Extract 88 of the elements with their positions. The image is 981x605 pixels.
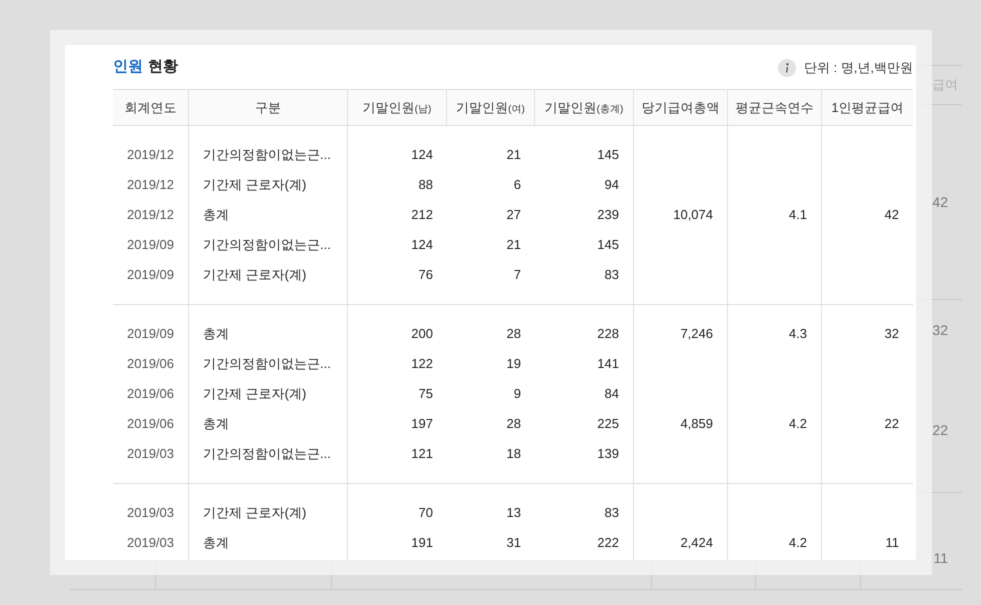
table-cell-text: 228 (597, 325, 619, 344)
table-cell-text: 145 (597, 236, 619, 254)
table-cell-text: 32 (884, 325, 899, 344)
table-cell-text: 22 (932, 420, 948, 440)
table-cell-text: 2,424 (680, 534, 713, 552)
table-cell-text: 83 (604, 266, 619, 284)
table-cell-text: 기간의정함이없는근... (203, 146, 331, 164)
table-cell-text: 4.1 (788, 206, 807, 224)
table-cell-text: 4,859 (680, 415, 713, 434)
column-header: 기말인원(총계) (544, 98, 624, 117)
table-cell-text: 27 (506, 206, 521, 224)
table-cell-text: 기간제 근로자(계) (203, 266, 306, 284)
title-text: 현황 (148, 57, 178, 78)
table-cell-text: 191 (411, 534, 433, 552)
table-cell-text: 222 (597, 534, 619, 552)
table-cell-text: 6 (514, 176, 521, 194)
table-cell-text: 2019/06 (127, 355, 174, 374)
table-cell-text: 13 (506, 504, 521, 522)
table-cell-text: 2019/06 (127, 415, 174, 434)
column-header: 구분 (255, 98, 281, 117)
table-cell-text: 239 (597, 206, 619, 224)
table-cell-text: 28 (506, 415, 521, 434)
table-cell-text: 총계 (203, 325, 229, 344)
table-cell-text: 총계 (203, 415, 229, 434)
table-cell-text: 225 (597, 415, 619, 434)
table-cell-text: 75 (418, 385, 433, 404)
table-cell-text: 11 (886, 534, 899, 552)
table-cell-text: 42 (884, 206, 899, 224)
table-cell-text: 2019/12 (127, 206, 174, 224)
info-icon (778, 58, 796, 76)
table-cell-text: 2019/03 (127, 445, 174, 464)
table-cell-text: 212 (411, 206, 433, 224)
table-cell-text: 88 (418, 176, 433, 194)
table-cell-text: 31 (506, 534, 521, 552)
table-cell-text: 200 (411, 325, 433, 344)
table-cell-text: 22 (884, 415, 899, 434)
table-cell-text: 18 (506, 445, 521, 464)
table-cell-text: 9 (514, 385, 521, 404)
table-cell-text: 2019/03 (127, 534, 174, 552)
table-cell-text: 139 (597, 445, 619, 464)
table-cell-text: 2019/12 (127, 146, 174, 164)
table-cell-text: 70 (418, 504, 433, 522)
table-cell-text: 124 (411, 146, 433, 164)
table-cell-text: 2019/03 (127, 504, 174, 522)
table-cell-text: 197 (411, 415, 433, 434)
table-cell-text: 2019/09 (127, 266, 174, 284)
table-cell-text: 2019/12 (127, 176, 174, 194)
table-cell-text: 7,246 (680, 325, 713, 344)
table-cell-text: 4.2 (788, 534, 807, 552)
column-header: 회계연도 (124, 98, 176, 117)
title-highlight: 인원 (113, 57, 143, 78)
table-cell-text: 2019/06 (127, 385, 174, 404)
column-header: 1인평균급여 (831, 98, 904, 117)
table-cell-text: 83 (604, 504, 619, 522)
table-cell-text: 145 (597, 146, 619, 164)
column-header: 기말인원(남) (362, 98, 432, 117)
table-cell-text: 총계 (203, 206, 229, 224)
table-cell-text: 11 (933, 548, 948, 568)
table-cell-text: 32 (932, 320, 948, 340)
table-cell-text: 총계 (203, 534, 229, 552)
column-header: 당기급여총액 (642, 98, 720, 117)
table-cell-text: 4.3 (788, 325, 807, 344)
table-cell-text: 기간제 근로자(계) (203, 176, 306, 194)
column-header: 평균근속연수 (736, 98, 814, 117)
table-cell-text: 10,074 (673, 206, 713, 224)
table-cell-text: 76 (418, 266, 433, 284)
table-cell-text: 19 (506, 355, 521, 374)
table-cell-text: 기간의정함이없는근... (203, 355, 331, 374)
table-cell-text: 94 (604, 176, 619, 194)
table-cell-text: 28 (506, 325, 521, 344)
table-cell-text: 2019/09 (127, 236, 174, 254)
column-header: 기말인원(여) (456, 98, 525, 117)
table-cell-text: 7 (514, 266, 521, 284)
table-cell-text: 42 (932, 192, 948, 212)
table-cell-text: 141 (597, 355, 619, 374)
table-cell-text: 84 (604, 385, 619, 404)
table-cell-text: 4.2 (788, 415, 807, 434)
table-cell-text: 2019/09 (127, 325, 174, 344)
table-cell-text: 기간제 근로자(계) (203, 385, 306, 404)
table-cell-text: 124 (411, 236, 433, 254)
table-cell-text: 기간의정함이없는근... (203, 445, 331, 464)
table-cell-text: 기간의정함이없는근... (203, 236, 331, 254)
unit-label: 단위 : 명,년,백만원 (804, 58, 913, 77)
table-cell-text: 121 (411, 445, 433, 464)
table-cell-text: 122 (411, 355, 433, 374)
table-cell-text: 21 (506, 236, 521, 254)
table-cell-text: 21 (506, 146, 521, 164)
table-cell-text: 기간제 근로자(계) (203, 504, 306, 522)
